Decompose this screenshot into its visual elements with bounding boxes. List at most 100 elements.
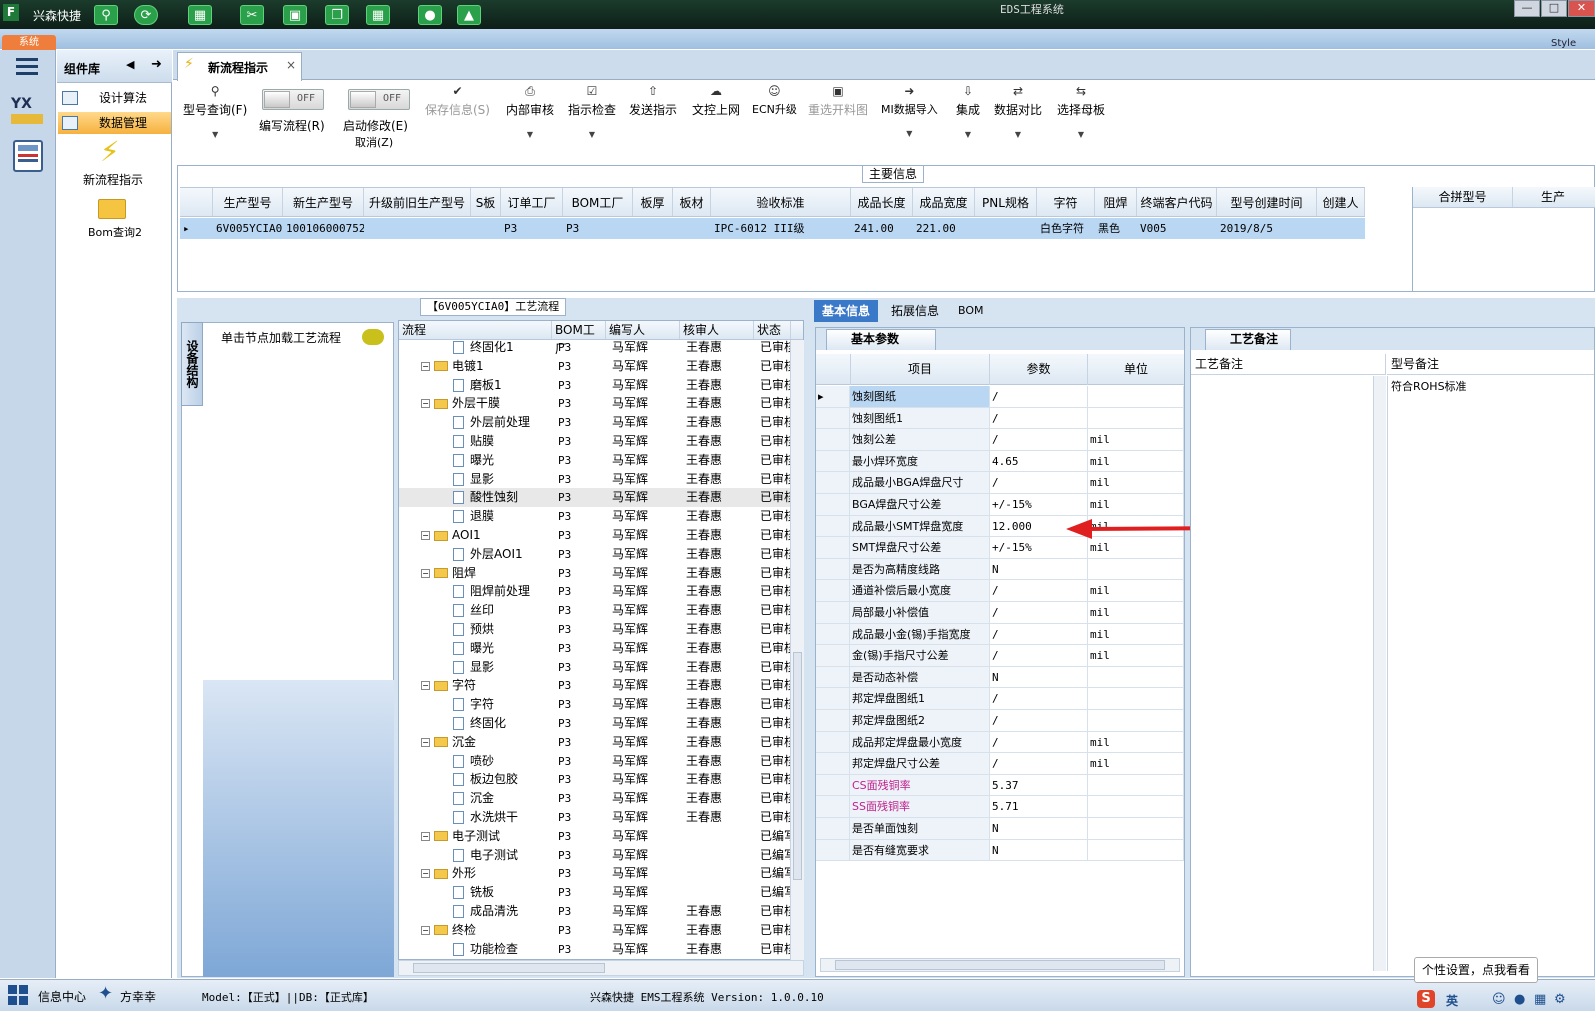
tree-row[interactable]: 显影 P3 马军辉 王春惠 已审核 bbox=[399, 470, 796, 489]
collapse-icon[interactable]: − bbox=[421, 399, 430, 409]
tree-row[interactable]: − 终检 P3 马军辉 王春惠 已审核 bbox=[399, 921, 796, 940]
style-label[interactable]: Style bbox=[1551, 38, 1576, 49]
select-master-button[interactable]: ⇆ 选择母板 ▼ bbox=[1057, 84, 1105, 139]
column-header[interactable]: 成品宽度 bbox=[913, 188, 975, 216]
param-row[interactable]: 蚀刻图纸1/ bbox=[816, 407, 1184, 430]
launcher-bom-query[interactable]: Bom查询2 bbox=[88, 224, 142, 240]
tree-row[interactable]: 磨板1 P3 马军辉 王春惠 已审核 bbox=[399, 376, 796, 395]
scissors-icon[interactable]: ✂ bbox=[240, 5, 264, 25]
param-value[interactable]: +/-15% bbox=[990, 537, 1088, 559]
system-tab[interactable]: 系统 bbox=[2, 35, 56, 50]
param-value[interactable]: / bbox=[990, 623, 1088, 646]
pin-icon[interactable]: ➜ bbox=[151, 57, 162, 72]
param-value[interactable]: / bbox=[990, 407, 1088, 430]
tree-row[interactable]: − 电子测试 P3 马军辉 已编写 bbox=[399, 827, 796, 846]
collapse-icon[interactable]: − bbox=[421, 568, 430, 578]
tree-row[interactable]: − 字符 P3 马军辉 王春惠 已审核 bbox=[399, 676, 796, 695]
param-value[interactable]: / bbox=[990, 731, 1088, 754]
tree-row[interactable]: − 外形 P3 马军辉 已编写 bbox=[399, 864, 796, 883]
param-row[interactable]: 成品邦定焊盘最小宽度 / mil bbox=[816, 731, 1184, 754]
param-row[interactable]: 通道补偿后最小宽度 / mil bbox=[816, 580, 1184, 602]
tab-extended-info[interactable]: 拓展信息 bbox=[883, 300, 947, 322]
chart-icon[interactable]: ▲ bbox=[457, 5, 481, 25]
param-value[interactable]: / bbox=[990, 710, 1088, 732]
tree-vertical-scrollbar[interactable] bbox=[790, 340, 804, 960]
calculator-icon[interactable] bbox=[13, 140, 43, 172]
param-value[interactable]: N bbox=[990, 839, 1088, 862]
table-cell[interactable] bbox=[364, 218, 471, 239]
tree-row[interactable]: 水洗烘干 P3 马军辉 王春惠 已审核 bbox=[399, 808, 796, 827]
tree-row[interactable]: 阻焊前处理 P3 马军辉 王春惠 已审核 bbox=[399, 582, 796, 601]
param-value[interactable]: 5.37 bbox=[990, 774, 1088, 797]
column-header[interactable]: 成品长度 bbox=[851, 188, 913, 216]
lightning-icon[interactable]: ⚡ bbox=[100, 137, 120, 167]
tree-row[interactable]: 曝光 P3 马军辉 王春惠 已审核 bbox=[399, 451, 796, 470]
tree-row[interactable]: 酸性蚀刻 P3 马军辉 王春惠 已审核 bbox=[399, 488, 796, 508]
table-icon[interactable]: ▦ bbox=[366, 5, 390, 25]
param-row[interactable]: SMT焊盘尺寸公差 +/-15% mil bbox=[816, 537, 1184, 559]
param-row[interactable]: 金(锡)手指尺寸公差 / mil bbox=[816, 645, 1184, 667]
param-row[interactable]: 邦定焊盘图纸1/ bbox=[816, 688, 1184, 710]
column-header[interactable]: 升级前旧生产型号 bbox=[364, 188, 471, 216]
column-header[interactable]: 型号创建时间 bbox=[1217, 188, 1317, 216]
param-value[interactable]: / bbox=[990, 688, 1088, 710]
column-header[interactable]: 订单工厂 bbox=[501, 188, 563, 216]
table-row[interactable]: ▸ 6V005YCIA010010600075248 P3P3 IPC-6012 II… bbox=[180, 218, 1365, 239]
collapse-icon[interactable]: − bbox=[421, 737, 430, 747]
table-cell[interactable]: 221.00 bbox=[913, 218, 975, 239]
param-value[interactable]: N bbox=[990, 818, 1088, 840]
table-cell[interactable]: 白色字符 bbox=[1037, 218, 1095, 239]
tree-row[interactable]: 贴膜 P3 马军辉 王春惠 已审核 bbox=[399, 432, 796, 451]
tree-row[interactable]: 字符 P3 马军辉 王春惠 已审核 bbox=[399, 695, 796, 714]
column-header[interactable]: 新生产型号 bbox=[283, 188, 364, 216]
tree-row[interactable]: 功能检查 P3 马军辉 王春惠 已审核 bbox=[399, 940, 796, 959]
send-instruction-button[interactable]: ⇧ 发送指示 bbox=[629, 84, 677, 118]
search-icon[interactable]: ⚲ bbox=[94, 5, 118, 25]
windows-icon[interactable] bbox=[8, 985, 28, 1005]
model-remark-value[interactable]: 符合ROHS标准 bbox=[1391, 378, 1467, 394]
tab-new-flow[interactable]: ⚡ 新流程指示 × bbox=[177, 52, 302, 81]
hamburger-menu-icon[interactable] bbox=[16, 58, 38, 76]
table-cell[interactable] bbox=[633, 218, 673, 239]
param-row[interactable]: 成品最小BGA焊盘尺寸 / mil bbox=[816, 472, 1184, 494]
params-horizontal-scrollbar[interactable] bbox=[820, 958, 1180, 972]
table-cell[interactable]: 6V005YCIA0 bbox=[213, 218, 283, 239]
param-row[interactable]: 邦定焊盘图纸2/ bbox=[816, 710, 1184, 732]
param-value[interactable]: N bbox=[990, 666, 1088, 689]
integrate-button[interactable]: ⇩ 集成 ▼ bbox=[956, 84, 980, 139]
equipment-structure-tab[interactable]: 设备结构 bbox=[181, 322, 203, 406]
param-value[interactable]: 5.71 bbox=[990, 796, 1088, 818]
table-cell[interactable]: P3 bbox=[563, 218, 633, 239]
table-cell[interactable] bbox=[1317, 218, 1365, 239]
column-header[interactable]: 板材 bbox=[673, 188, 711, 216]
mi-import-button[interactable]: ➜ MI数据导入 ▼ bbox=[881, 84, 938, 138]
param-row[interactable]: BGA焊盘尺寸公差 +/-15% mil bbox=[816, 494, 1184, 516]
param-row[interactable]: 是否有缝宽要求 N bbox=[816, 839, 1184, 862]
tree-horizontal-scrollbar[interactable] bbox=[398, 960, 804, 976]
tree-row[interactable]: 沉金 P3 马军辉 王春惠 已审核 bbox=[399, 789, 796, 808]
param-row[interactable]: ▸ 蚀刻图纸 / bbox=[816, 386, 1184, 408]
param-row[interactable]: CS面残铜率 5.37 bbox=[816, 774, 1184, 797]
collapse-icon[interactable]: − bbox=[421, 831, 430, 841]
tree-row[interactable]: − 沉金 P3 马军辉 王春惠 已审核 bbox=[399, 733, 796, 752]
table-cell[interactable]: P3 bbox=[501, 218, 563, 239]
param-row[interactable]: 蚀刻公差 / mil bbox=[816, 429, 1184, 451]
tree-row[interactable]: 板边包胶 P3 马军辉 王春惠 已审核 bbox=[399, 770, 796, 789]
cancel-button[interactable]: 取消(Z) bbox=[355, 134, 393, 150]
ecn-upgrade-button[interactable]: ☺ ECN升级 bbox=[752, 84, 797, 117]
tab-bom[interactable]: BOM bbox=[950, 300, 992, 322]
reselect-cutting-button[interactable]: ▣ 重选开料图 bbox=[808, 84, 868, 118]
param-row[interactable]: 邦定焊盘尺寸公差 / mil bbox=[816, 753, 1184, 775]
tree-row[interactable]: 终固化1 P3 马军辉 王春惠 已审核 bbox=[399, 338, 796, 357]
column-header[interactable]: 终端客户代码 bbox=[1137, 188, 1217, 216]
keyboard-icon[interactable]: ▦ bbox=[1534, 992, 1546, 1007]
tree-row[interactable]: 外层前处理 P3 马军辉 王春惠 已审核 bbox=[399, 413, 796, 432]
column-header[interactable]: 创建人 bbox=[1317, 188, 1365, 216]
column-header[interactable]: 字符 bbox=[1037, 188, 1095, 216]
refresh-icon[interactable]: ⟳ bbox=[134, 5, 158, 25]
internal-review-button[interactable]: ⎙ 内部审核 ▼ bbox=[506, 84, 554, 139]
table-cell[interactable] bbox=[673, 218, 711, 239]
tree-row[interactable]: 曝光 P3 马军辉 王春惠 已审核 bbox=[399, 639, 796, 658]
param-value[interactable]: 4.65 bbox=[990, 450, 1088, 473]
table-cell[interactable]: 10010600075248 bbox=[283, 218, 364, 239]
